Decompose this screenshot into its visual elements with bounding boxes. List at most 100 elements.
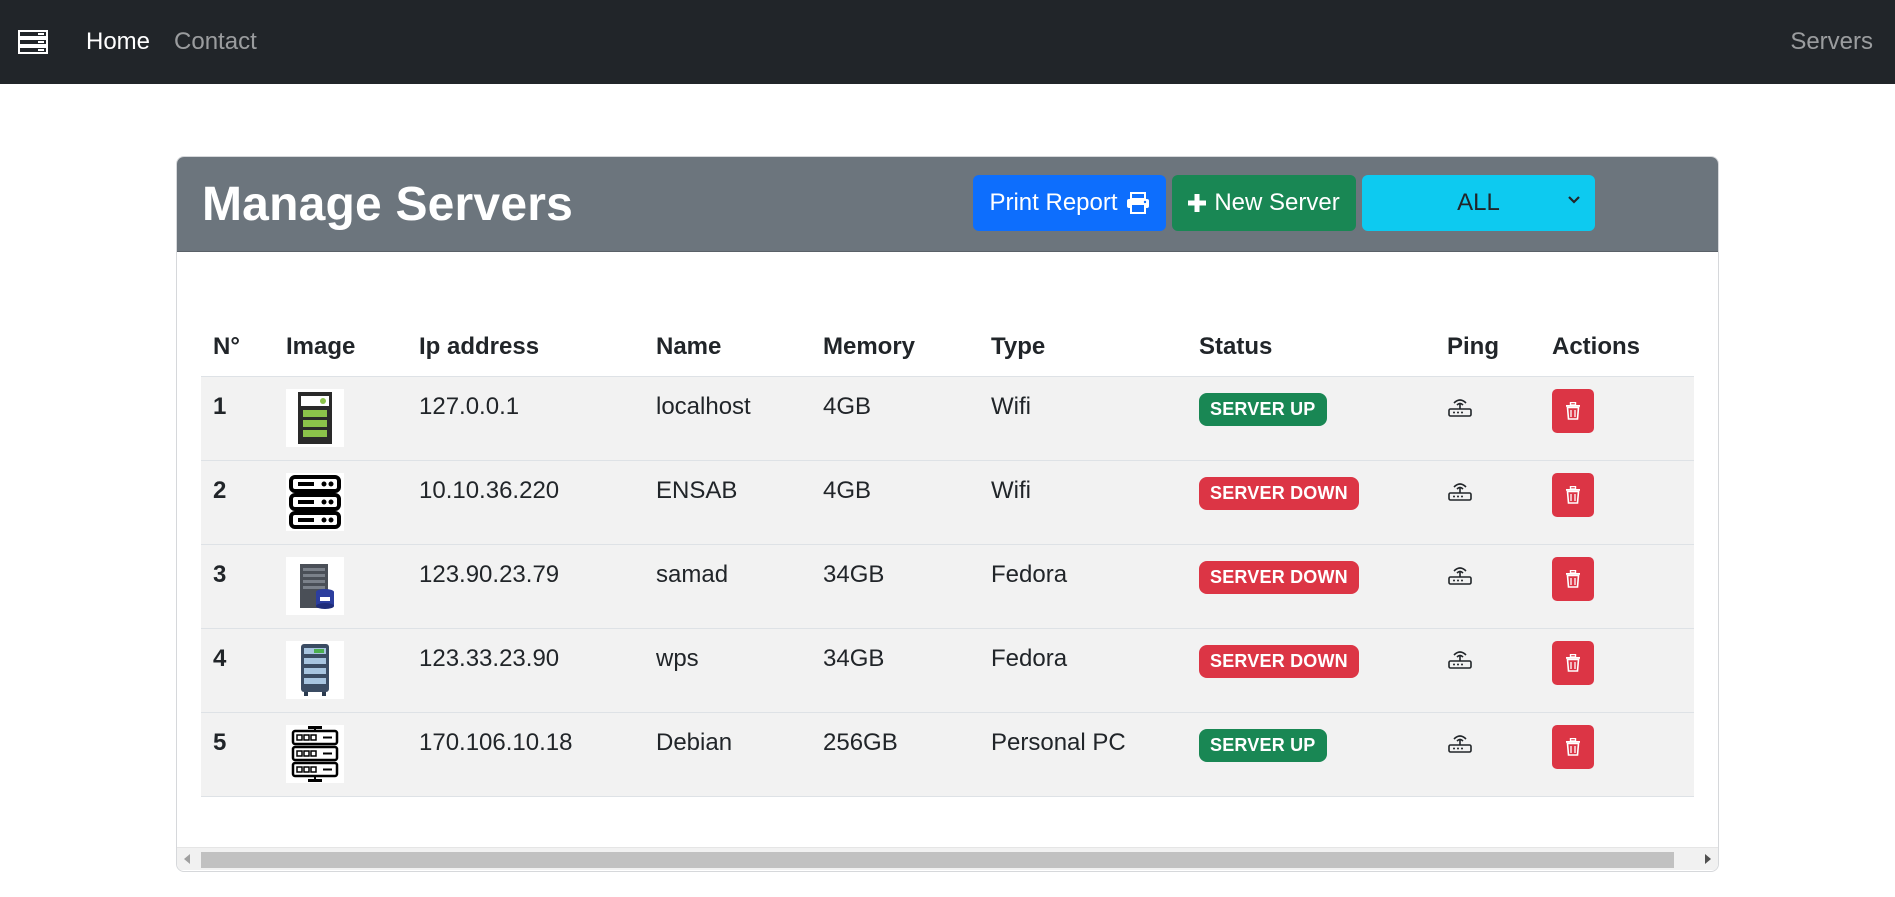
row-number: 1 [201,376,274,461]
card-header: Manage Servers Print Report New Server A… [177,157,1718,252]
server-rack-outline-icon [286,473,344,531]
server-image-cell [274,712,407,797]
manage-servers-card: Manage Servers Print Report New Server A… [176,156,1719,872]
col-name: Name [644,317,811,377]
status-filter-value: ALL [1457,189,1500,216]
scroll-left-arrow-icon[interactable] [183,854,191,864]
server-network-icon [286,725,344,783]
delete-server-button[interactable] [1552,557,1594,601]
table-header-row: N° Image Ip address Name Memory Type Sta… [201,317,1694,377]
status-badge: SERVER UP [1199,729,1327,762]
status-badge: SERVER DOWN [1199,645,1359,678]
scrollbar-thumb[interactable] [201,852,1674,868]
status-badge: SERVER DOWN [1199,477,1359,510]
row-memory: 34GB [811,544,979,629]
server-image-cell [274,628,407,713]
row-name: Debian [644,712,811,797]
row-ping-cell [1435,544,1540,629]
row-number: 4 [201,628,274,713]
row-number: 3 [201,544,274,629]
status-filter-select[interactable]: ALL [1362,175,1595,231]
router-icon[interactable] [1448,733,1472,761]
col-number: N° [201,317,274,377]
table-row: 5 170.106.10.18 Debian 256GB Personal PC… [201,712,1694,797]
server-tower-green-icon [286,389,344,447]
row-ping-cell [1435,460,1540,545]
nav-contact-link[interactable]: Contact [174,28,257,56]
server-database-icon [286,557,344,615]
col-ping: Ping [1435,317,1540,377]
nav-servers-link[interactable]: Servers [1790,28,1873,56]
row-actions-cell [1540,712,1694,797]
row-actions-cell [1540,460,1694,545]
row-actions-cell [1540,628,1694,713]
plus-icon [1188,194,1207,212]
row-ip: 127.0.0.1 [407,376,644,461]
row-type: Wifi [979,460,1187,545]
delete-server-button[interactable] [1552,641,1594,685]
server-stack-icon[interactable] [18,29,48,55]
router-icon[interactable] [1448,397,1472,425]
delete-server-button[interactable] [1552,725,1594,769]
row-status-cell: SERVER UP [1187,712,1435,797]
row-memory: 34GB [811,628,979,713]
status-badge: SERVER DOWN [1199,561,1359,594]
servers-table-wrapper: N° Image Ip address Name Memory Type Sta… [201,317,1694,797]
chevron-down-icon [1568,196,1580,204]
row-ip: 10.10.36.220 [407,460,644,545]
table-row: 3 123.90.23.79 samad 34GB Fedora SERVER … [201,544,1694,629]
row-ip: 123.33.23.90 [407,628,644,713]
page-title: Manage Servers [202,177,574,231]
scroll-right-arrow-icon[interactable] [1704,854,1712,864]
servers-table: N° Image Ip address Name Memory Type Sta… [201,317,1694,797]
router-icon[interactable] [1448,565,1472,593]
delete-server-button[interactable] [1552,389,1594,433]
trash-icon [1566,654,1580,672]
row-number: 2 [201,460,274,545]
router-icon[interactable] [1448,481,1472,509]
trash-icon [1566,486,1580,504]
row-memory: 4GB [811,376,979,461]
server-image-cell [274,460,407,545]
row-ping-cell [1435,376,1540,461]
row-actions-cell [1540,544,1694,629]
col-ip: Ip address [407,317,644,377]
row-type: Fedora [979,628,1187,713]
top-navbar: Home Contact Servers [0,0,1895,84]
row-ip: 170.106.10.18 [407,712,644,797]
col-memory: Memory [811,317,979,377]
server-image-cell [274,376,407,461]
row-status-cell: SERVER DOWN [1187,460,1435,545]
col-image: Image [274,317,407,377]
table-row: 4 123.33.23.90 wps 34GB Fedora SERVER DO… [201,628,1694,713]
print-report-label: Print Report [989,189,1118,216]
row-memory: 256GB [811,712,979,797]
new-server-button[interactable]: New Server [1172,175,1356,231]
router-icon[interactable] [1448,649,1472,677]
printer-icon [1126,192,1149,214]
row-memory: 4GB [811,460,979,545]
row-status-cell: SERVER UP [1187,376,1435,461]
row-type: Fedora [979,544,1187,629]
nav-home-link[interactable]: Home [86,28,150,56]
row-name: ENSAB [644,460,811,545]
row-name: samad [644,544,811,629]
row-ping-cell [1435,628,1540,713]
trash-icon [1566,738,1580,756]
col-actions: Actions [1540,317,1694,377]
row-type: Personal PC [979,712,1187,797]
row-type: Wifi [979,376,1187,461]
delete-server-button[interactable] [1552,473,1594,517]
trash-icon [1566,570,1580,588]
row-ip: 123.90.23.79 [407,544,644,629]
row-actions-cell [1540,376,1694,461]
row-ping-cell [1435,712,1540,797]
row-status-cell: SERVER DOWN [1187,544,1435,629]
status-badge: SERVER UP [1199,393,1327,426]
table-row: 2 10.10.36.220 ENSAB 4GB Wifi SERVER DOW… [201,460,1694,545]
server-image-cell [274,544,407,629]
col-status: Status [1187,317,1435,377]
trash-icon [1566,402,1580,420]
horizontal-scrollbar[interactable] [177,847,1718,870]
print-report-button[interactable]: Print Report [973,175,1166,231]
